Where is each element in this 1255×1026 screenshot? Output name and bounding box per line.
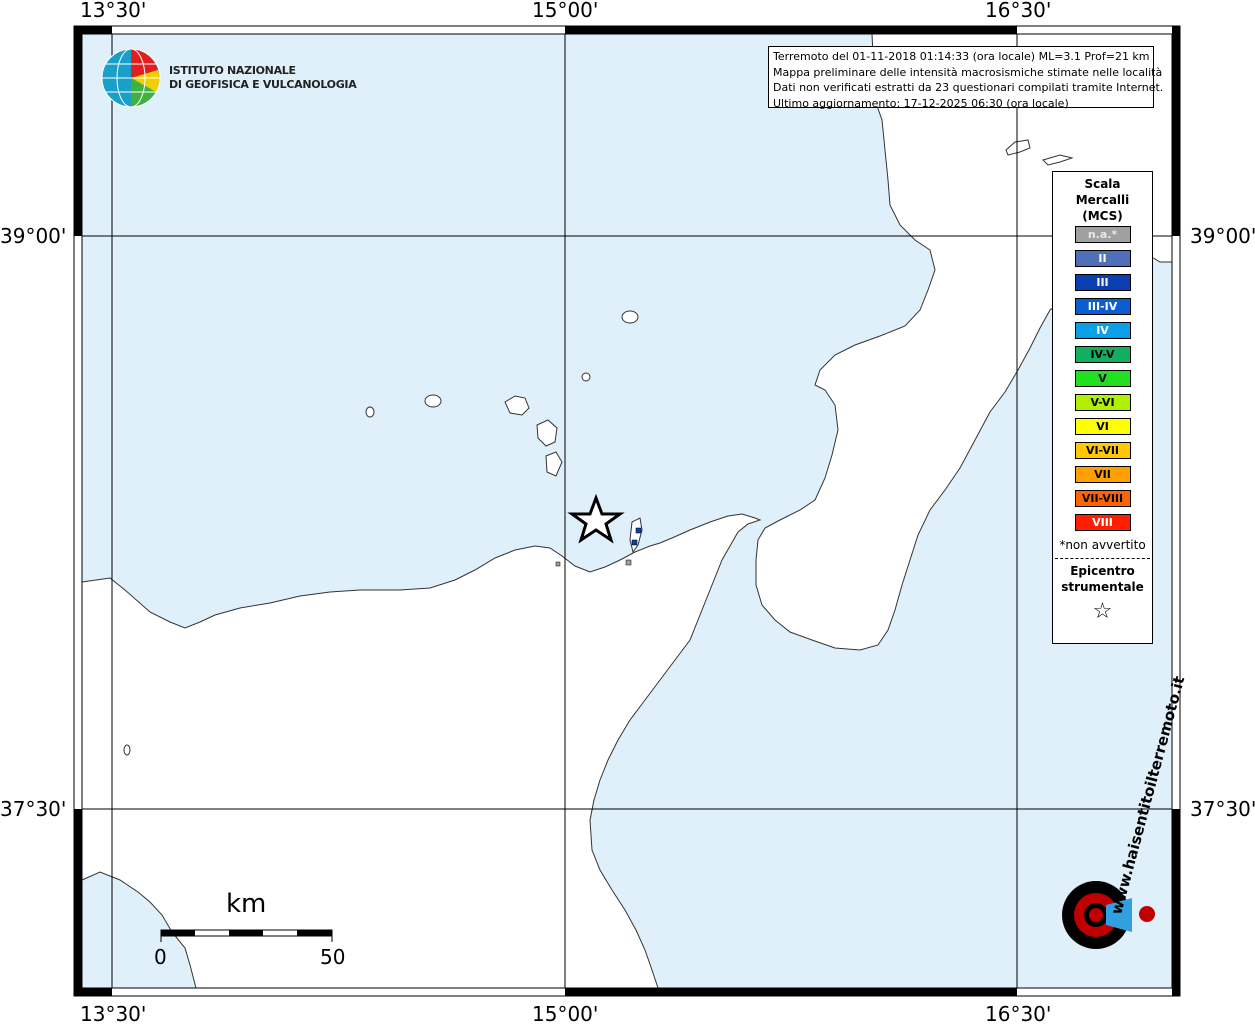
scale-bar-end: 50	[320, 945, 346, 969]
observation-marker	[625, 559, 632, 566]
coord-top-2: 15°00'	[532, 0, 599, 22]
institute-name-line1: ISTITUTO NAZIONALE	[169, 64, 296, 77]
island-alicudi	[365, 406, 375, 418]
legend-epicenter-line1: Epicentro	[1070, 564, 1135, 578]
scale-bar-title: km	[226, 889, 267, 919]
legend-item: IV-V	[1074, 346, 1131, 363]
legend-epicenter-label: Epicentro strumentale	[1053, 563, 1152, 595]
event-info-line3: Dati non verificati estratti da 23 quest…	[773, 81, 1164, 94]
legend-separator	[1055, 558, 1150, 559]
legend-item: VII-VIII	[1074, 490, 1131, 507]
coord-left-1: 39°00'	[0, 224, 67, 248]
legend-item: III-IV	[1074, 298, 1131, 315]
legend-item: n.a.*	[1074, 226, 1131, 243]
island-ustica	[123, 744, 131, 756]
event-info-box: Terremoto del 01-11-2018 01:14:33 (ora l…	[768, 46, 1164, 110]
legend-item: VI-VII	[1074, 442, 1131, 459]
legend-title-line3: (MCS)	[1082, 209, 1123, 223]
mcs-legend: Scala Mercalli (MCS) n.a.* II III III-IV IV I…	[1052, 171, 1153, 644]
legend-epicenter-line2: strumentale	[1061, 580, 1144, 594]
legend-item: II	[1074, 250, 1131, 267]
legend-item: IV	[1074, 322, 1131, 339]
coord-bottom-1: 13°30'	[80, 1002, 147, 1026]
coord-top-3: 16°30'	[985, 0, 1052, 22]
coord-right-1: 39°00'	[1190, 224, 1255, 248]
legend-item: VII	[1074, 466, 1131, 483]
observation-marker	[635, 527, 642, 534]
island-panarea	[581, 372, 591, 382]
legend-item: V	[1074, 370, 1131, 387]
coord-top-1: 13°30'	[80, 0, 147, 22]
observation-marker	[555, 561, 561, 567]
legend-item: III	[1074, 274, 1131, 291]
coord-bottom-2: 15°00'	[532, 1002, 599, 1026]
island-stromboli	[621, 310, 639, 324]
event-info-line2: Mappa preliminare delle intensità macros…	[773, 65, 1163, 79]
legend-items: n.a.* II III III-IV IV IV-V V V-VI VI VI-VII VII VI…	[1053, 226, 1152, 531]
legend-item: V-VI	[1074, 394, 1131, 411]
institute-name-line2: DI GEOFISICA E VULCANOLOGIA	[169, 78, 357, 91]
legend-note: *non avvertito	[1059, 538, 1146, 552]
legend-title-line2: Mercalli	[1075, 193, 1130, 207]
legend-item: VI	[1074, 418, 1131, 435]
institute-name: ISTITUTO NAZIONALE DI GEOFISICA E VULCAN…	[169, 64, 357, 92]
ingv-globe-icon	[101, 48, 161, 108]
event-info-line4: Ultimo aggiornamento: 17-12-2025 06:30 (…	[773, 96, 1069, 110]
observation-marker	[631, 539, 638, 546]
map-figure: www.haisentitoilterremoto.it 13°30' 15°0…	[0, 0, 1255, 1024]
legend-title: Scala Mercalli (MCS)	[1053, 176, 1152, 224]
event-info-line1: Terremoto del 01-11-2018 01:14:33 (ora l…	[773, 50, 1150, 63]
scale-bar-start: 0	[154, 945, 167, 969]
legend-title-line1: Scala	[1084, 177, 1121, 191]
coord-right-2: 37°30'	[1190, 797, 1255, 821]
island-filicudi	[424, 394, 442, 408]
coord-left-2: 37°30'	[0, 797, 67, 821]
epicenter-star-icon: ☆	[1092, 599, 1113, 624]
legend-item: VIII	[1074, 514, 1131, 531]
coord-bottom-3: 16°30'	[985, 1002, 1052, 1026]
